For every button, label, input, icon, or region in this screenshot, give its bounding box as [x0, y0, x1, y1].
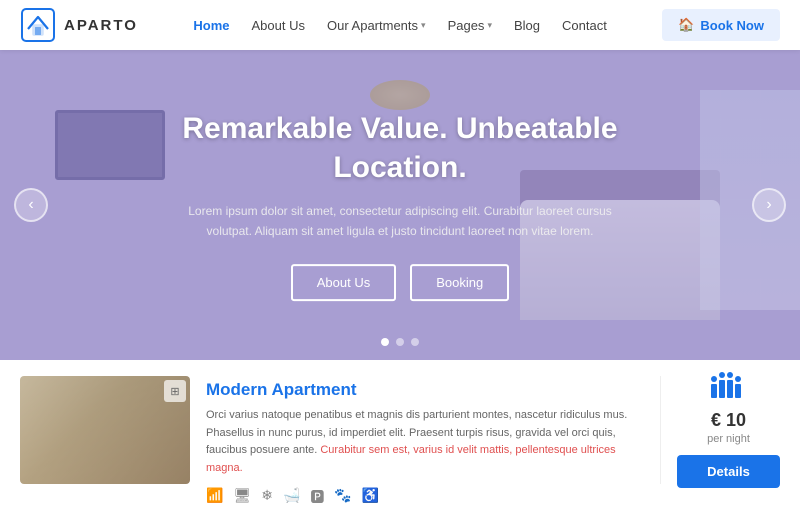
ac-icon: ❄	[261, 487, 273, 507]
highlighted-text: Curabitur sem est, varius id velit matti…	[206, 444, 616, 474]
apartment-card-image: ⊞	[20, 376, 190, 484]
nav-about[interactable]: About Us	[252, 18, 305, 33]
apartment-title: Modern Apartment	[206, 380, 644, 400]
hero-title: Remarkable Value. Unbeatable Location.	[170, 109, 630, 187]
logo-text: APARTO	[64, 17, 138, 34]
hero-next-button[interactable]: ›	[752, 188, 786, 222]
wifi-icon: 📶	[206, 487, 223, 507]
hero-about-button[interactable]: About Us	[291, 264, 396, 301]
apartment-card-section: ⊞ Modern Apartment Orci varius natoque p…	[0, 360, 800, 500]
logo[interactable]: APARTO	[20, 7, 138, 43]
hero-section: ‹ › Remarkable Value. Unbeatable Locatio…	[0, 50, 800, 360]
logo-icon	[20, 7, 56, 43]
nav: Home About Us Our Apartments ▾ Pages ▾ B…	[193, 18, 606, 33]
parking-icon: 🅿	[310, 487, 324, 507]
pets-icon: 🐾	[334, 487, 351, 507]
accessible-icon: ♿	[362, 487, 379, 507]
nav-home[interactable]: Home	[193, 18, 229, 33]
nav-contact[interactable]: Contact	[562, 18, 607, 33]
hero-dot-1[interactable]	[381, 338, 389, 346]
nav-pages[interactable]: Pages ▾	[448, 18, 492, 33]
header: APARTO Home About Us Our Apartments ▾ Pa…	[0, 0, 800, 50]
tv-icon: 🖥	[233, 487, 251, 507]
pages-chevron-icon: ▾	[487, 20, 492, 31]
book-now-button[interactable]: 🏠 Book Now	[662, 9, 780, 41]
bath-icon: 🛁	[283, 487, 300, 507]
hero-subtitle: Lorem ipsum dolor sit amet, consectetur …	[170, 201, 630, 242]
home-icon: 🏠	[678, 17, 694, 33]
hero-content: Remarkable Value. Unbeatable Location. L…	[170, 109, 630, 301]
hero-dot-3[interactable]	[411, 338, 419, 346]
apartment-description: Orci varius natoque penatibus et magnis …	[206, 407, 644, 477]
hero-dot-2[interactable]	[396, 338, 404, 346]
details-button[interactable]: Details	[677, 455, 780, 488]
hero-buttons: About Us Booking	[170, 264, 630, 301]
apartment-card-info: Modern Apartment Orci varius natoque pen…	[206, 376, 644, 484]
hero-booking-button[interactable]: Booking	[410, 264, 509, 301]
nav-blog[interactable]: Blog	[514, 18, 540, 33]
price-amount: € 10	[711, 410, 746, 431]
image-expand-icon[interactable]: ⊞	[164, 380, 186, 402]
apartment-amenities: 📶 🖥 ❄ 🛁 🅿 🐾 ♿	[206, 487, 644, 507]
apartments-chevron-icon: ▾	[421, 20, 426, 31]
hero-dots	[381, 338, 419, 346]
apartment-pricing: € 10 per night Details	[660, 376, 780, 484]
occupancy-icon	[711, 372, 747, 404]
price-per-night: per night	[707, 433, 750, 445]
nav-apartments[interactable]: Our Apartments ▾	[327, 18, 426, 33]
hero-prev-button[interactable]: ‹	[14, 188, 48, 222]
